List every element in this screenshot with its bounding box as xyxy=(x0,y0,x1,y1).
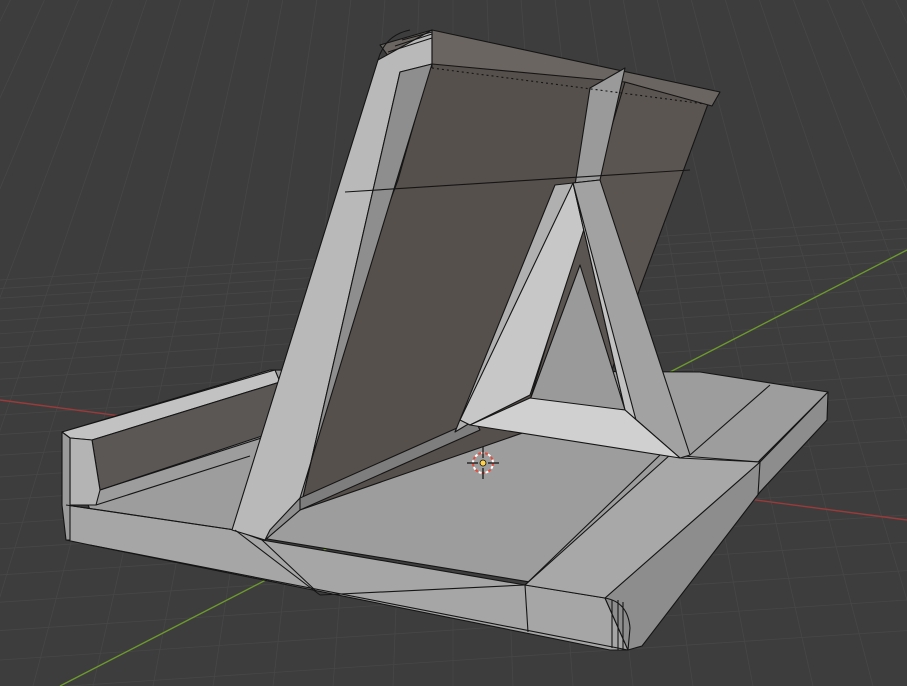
3d-viewport[interactable] xyxy=(0,0,907,686)
tablet-stand-object[interactable] xyxy=(61,29,829,651)
origin-point xyxy=(479,459,487,467)
viewport-canvas[interactable] xyxy=(0,0,907,686)
front-lip-front-face xyxy=(61,431,71,541)
grid-line xyxy=(62,630,907,686)
